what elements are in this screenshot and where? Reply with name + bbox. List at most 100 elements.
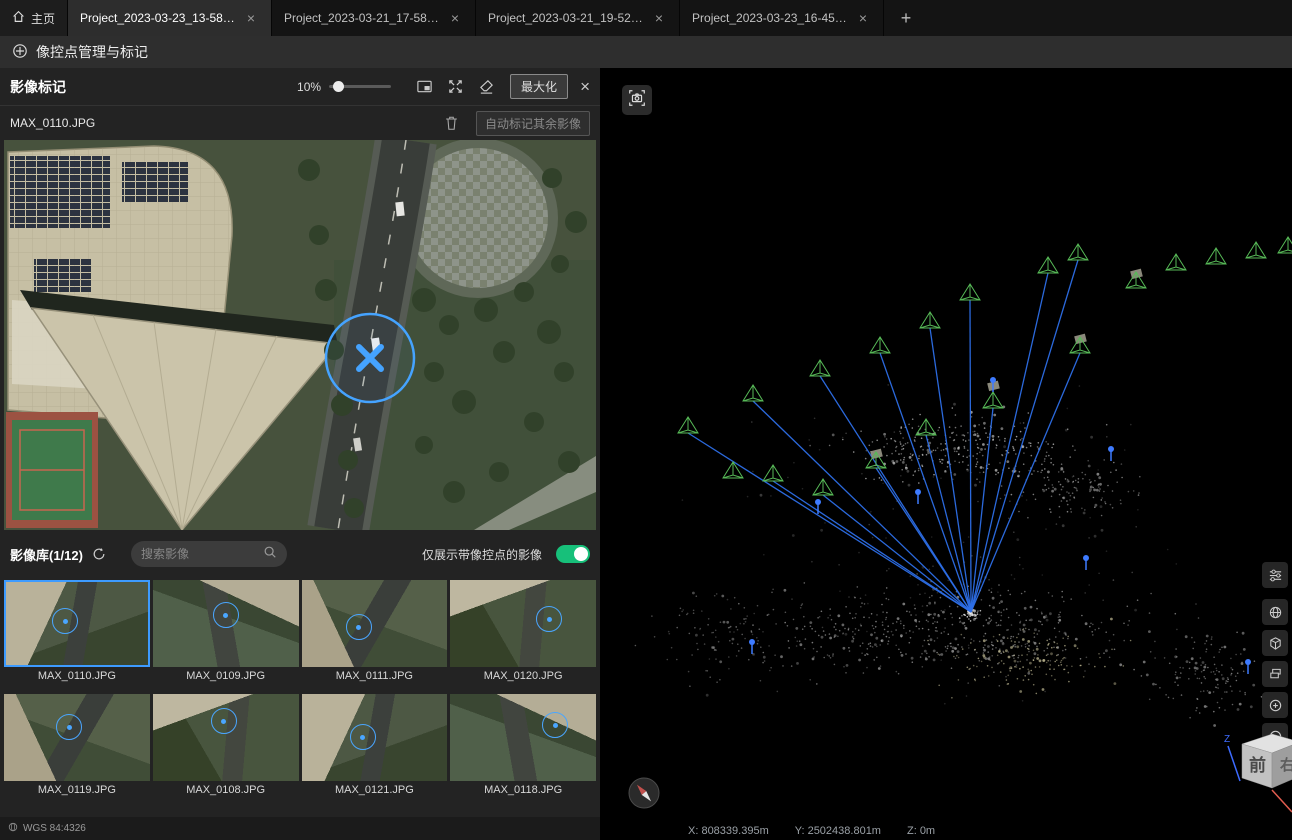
tab-home-label: 主页 [31, 10, 55, 27]
navcube-front-label[interactable]: 前 [1249, 755, 1266, 775]
thumbnail-image [450, 580, 596, 667]
thumb-gcp-marker [542, 712, 568, 738]
marking-image-canvas[interactable] [4, 140, 596, 530]
thumbnail-image [153, 694, 299, 781]
image-library: 影像库(1/12) 仅展示带像控点的影像 [0, 530, 600, 840]
delete-mark-icon[interactable] [440, 111, 464, 135]
gcp-target-icon [12, 43, 28, 62]
app-window: 主页 Project_2023-03-23_13-58-22 × Project… [0, 0, 1292, 840]
page-title: 像控点管理与标记 [36, 42, 148, 62]
tab-project-1[interactable]: Project_2023-03-23_13-58-22 × [68, 0, 272, 36]
fit-view-icon[interactable] [443, 75, 467, 99]
thumbnail[interactable]: MAX_0118.JPG [450, 694, 596, 796]
thumbnail-image [302, 580, 448, 667]
thumbnail-label: MAX_0111.JPG [302, 667, 448, 682]
adjust-icon[interactable] [1262, 562, 1288, 588]
refresh-icon[interactable] [89, 544, 109, 564]
page-header: 像控点管理与标记 [0, 36, 1292, 68]
status-y: Y: 2502438.801m [795, 825, 881, 837]
thumbnail-grid: MAX_0110.JPG MAX_0109.JPG MAX_0111.JPG [0, 578, 600, 798]
panel-title: 影像标记 [10, 77, 66, 97]
camera-view-button[interactable] [622, 85, 652, 115]
eraser-icon[interactable] [474, 75, 498, 99]
globe-icon[interactable] [1262, 599, 1288, 625]
tab-close-icon[interactable]: × [447, 9, 463, 27]
thumbnail-label: MAX_0108.JPG [153, 781, 299, 796]
crs-status-bar: WGS 84:4326 [0, 817, 600, 840]
filter-label: 仅展示带像控点的影像 [422, 546, 542, 563]
coordinate-status-bar: X: 808339.395m Y: 2502438.801m Z: 0m [600, 822, 1292, 840]
3d-viewport[interactable]: Z X 前 右 X: 808339.395m Y: 2502438.801m Z… [600, 68, 1292, 840]
crs-icon [8, 822, 18, 835]
main-split: 影像标记 10% 最大化 × MAX_0110.JPG [0, 68, 1292, 840]
thumbnail-label: MAX_0120.JPG [450, 667, 596, 682]
thumbnail-image [4, 694, 150, 781]
tab-close-icon[interactable]: × [243, 9, 259, 27]
thumbnail[interactable]: MAX_0109.JPG [153, 580, 299, 682]
tab-close-icon[interactable]: × [651, 9, 667, 27]
thumb-gcp-marker [52, 608, 78, 634]
zoom-in-icon[interactable] [1262, 692, 1288, 718]
cube-icon[interactable] [1262, 630, 1288, 656]
tab-bar: 主页 Project_2023-03-23_13-58-22 × Project… [0, 0, 1292, 36]
thumbnail[interactable]: MAX_0111.JPG [302, 580, 448, 682]
status-x: X: 808339.395m [688, 825, 769, 837]
camera-view-icon [627, 88, 647, 113]
new-tab-button[interactable]: + [884, 0, 928, 36]
layers-icon[interactable] [1262, 661, 1288, 687]
library-header: 影像库(1/12) 仅展示带像控点的影像 [0, 530, 600, 578]
status-z: Z: 0m [907, 825, 935, 837]
thumb-gcp-marker [536, 606, 562, 632]
maximize-button[interactable]: 最大化 [510, 74, 568, 99]
thumbnail-image [153, 580, 299, 667]
tab-project-4[interactable]: Project_2023-03-23_16-45-12 × [680, 0, 884, 36]
thumbnail-image [4, 580, 150, 667]
thumbnail-label: MAX_0118.JPG [450, 781, 596, 796]
tab-project-3[interactable]: Project_2023-03-21_19-52-22 × [476, 0, 680, 36]
zoom-slider-knob[interactable] [333, 81, 344, 92]
tab-close-icon[interactable]: × [855, 9, 871, 27]
point-cloud-scene [600, 68, 1292, 822]
zoom-percent-label: 10% [297, 80, 321, 94]
thumb-gcp-marker [346, 614, 372, 640]
thumb-gcp-marker [211, 708, 237, 734]
zoom-slider[interactable] [329, 85, 391, 88]
thumbnail-label: MAX_0110.JPG [4, 667, 150, 682]
home-icon [12, 10, 25, 26]
aerial-photo [4, 140, 596, 530]
current-image-row: MAX_0110.JPG 自动标记其余影像 [0, 106, 600, 140]
search-box[interactable] [131, 541, 287, 567]
tab-label: Project_2023-03-23_16-45-12 [692, 11, 847, 25]
tab-label: Project_2023-03-21_19-52-22 [488, 11, 643, 25]
search-icon[interactable] [263, 545, 277, 564]
search-input[interactable] [141, 547, 263, 561]
navigation-cube[interactable]: Z X 前 右 [1222, 726, 1292, 826]
thumbnail-label: MAX_0121.JPG [302, 781, 448, 796]
tab-project-2[interactable]: Project_2023-03-21_17-58-00 × [272, 0, 476, 36]
thumbnail-label: MAX_0109.JPG [153, 667, 299, 682]
marking-panel-header: 影像标记 10% 最大化 × [0, 68, 600, 106]
auto-mark-button[interactable]: 自动标记其余影像 [476, 111, 590, 136]
toggle-knob [574, 547, 588, 561]
thumbnail[interactable]: MAX_0119.JPG [4, 694, 150, 796]
navcube-right-label[interactable]: 右 [1280, 756, 1292, 774]
tab-home[interactable]: 主页 [0, 0, 68, 36]
image-marking-panel: 影像标记 10% 最大化 × MAX_0110.JPG [0, 68, 600, 840]
pip-view-icon[interactable] [412, 75, 436, 99]
gcp-filter-toggle[interactable] [556, 545, 590, 563]
panel-close-icon[interactable]: × [580, 77, 590, 97]
current-image-name: MAX_0110.JPG [10, 116, 95, 130]
thumbnail-label: MAX_0119.JPG [4, 781, 150, 796]
thumbnail[interactable]: MAX_0120.JPG [450, 580, 596, 682]
axis-z-label: Z [1224, 734, 1230, 745]
tab-label: Project_2023-03-21_17-58-00 [284, 11, 439, 25]
tab-label: Project_2023-03-23_13-58-22 [80, 11, 235, 25]
library-title: 影像库(1/12) [10, 545, 83, 564]
thumbnail-image [302, 694, 448, 781]
thumb-gcp-marker [213, 602, 239, 628]
crs-label: WGS 84:4326 [23, 823, 86, 834]
thumbnail[interactable]: MAX_0110.JPG [4, 580, 150, 682]
compass-icon[interactable] [628, 777, 660, 814]
thumbnail[interactable]: MAX_0108.JPG [153, 694, 299, 796]
thumbnail[interactable]: MAX_0121.JPG [302, 694, 448, 796]
